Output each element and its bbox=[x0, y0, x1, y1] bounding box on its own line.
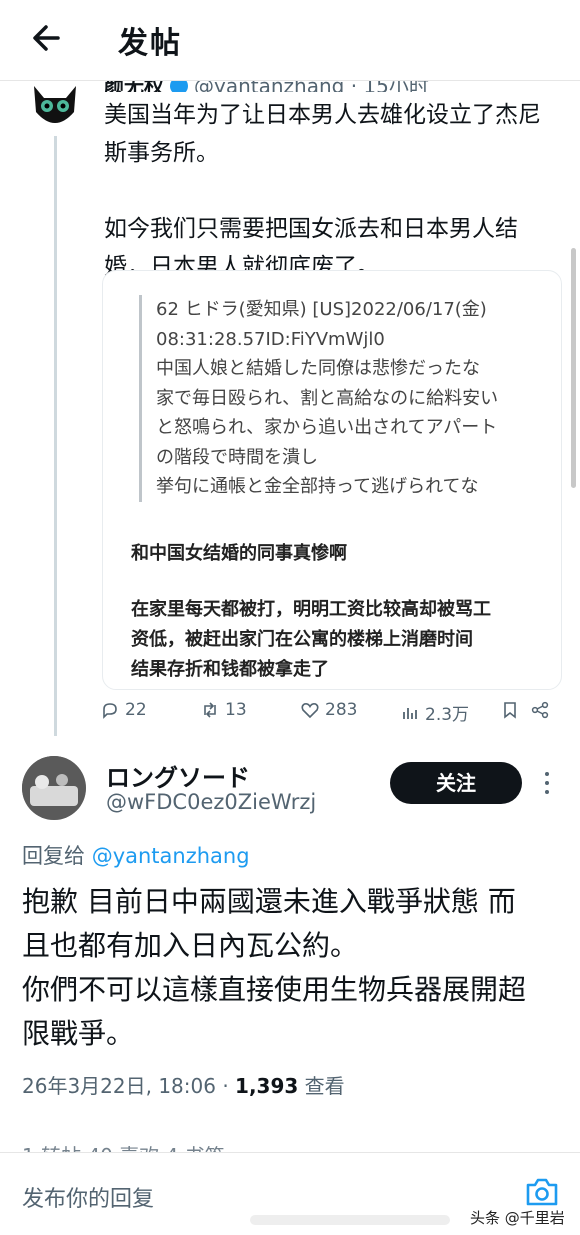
quote-line: 家で毎日殴られ、割と高給なのに給料安い bbox=[156, 387, 499, 409]
author-name[interactable]: ロングソード bbox=[106, 758, 250, 793]
reply-count: 22 bbox=[125, 700, 147, 720]
camera-icon[interactable] bbox=[524, 1175, 560, 1209]
views-action[interactable]: 2.3万 bbox=[400, 700, 469, 725]
quote-line: の階段で時間を潰し bbox=[156, 446, 318, 468]
top-bar: 发帖 bbox=[0, 0, 580, 81]
quote-line: 08:31:28.57ID:FiYVmWjl0 bbox=[156, 328, 385, 350]
reply-action[interactable]: 22 bbox=[100, 700, 147, 720]
timestamp: 26年3月22日, 18:06 · bbox=[22, 1074, 236, 1098]
translation-body: 在家里每天都被打，明明工资比较高却被骂工 资低，被赶出家门在公寓的楼梯上消磨时间… bbox=[131, 595, 551, 685]
source-watermark: 头条 @千里岩 bbox=[470, 1209, 565, 1227]
tweet-meta: 26年3月22日, 18:06 · 1,393 查看 bbox=[22, 1070, 345, 1099]
like-action[interactable]: 283 bbox=[300, 700, 357, 720]
reply-text-line: 且也都有加入日內瓦公約。 bbox=[22, 929, 359, 962]
reply-to-mention[interactable]: @yantanzhang bbox=[92, 844, 250, 868]
quote-line: 62 ヒドラ(愛知県) [US]2022/06/17(金) bbox=[156, 299, 487, 320]
scrollbar[interactable] bbox=[571, 248, 576, 488]
quote-line: 挙句に通帳と金全部持って逃げられてな bbox=[156, 476, 479, 497]
tweet-stats: 1 转帖 40 喜欢 4 书签 bbox=[22, 1140, 225, 1152]
translation-line: 在家里每天都被打，明明工资比较高却被骂工 bbox=[131, 599, 491, 620]
translation-line: 结果存折和钱都被拿走了 bbox=[131, 659, 329, 680]
black-cat-avatar-icon bbox=[34, 86, 76, 123]
thread-line bbox=[54, 136, 57, 736]
japanese-quote: 62 ヒドラ(愛知県) [US]2022/06/17(金) 08:31:28.5… bbox=[139, 295, 561, 502]
reply-text: 抱歉 目前日中兩國還未進入戰爭狀態 而 且也都有加入日內瓦公約。 你們不可以這樣… bbox=[22, 880, 567, 1056]
reply-to-line: 回复给 @yantanzhang bbox=[22, 840, 250, 870]
retweet-action[interactable]: 13 bbox=[200, 700, 247, 720]
share-action[interactable] bbox=[530, 700, 550, 720]
reply-text-line: 限戰爭。 bbox=[22, 1017, 135, 1050]
translation-line: 资低，被赶出家门在公寓的楼梯上消磨时间 bbox=[131, 629, 473, 650]
page-title: 发帖 bbox=[118, 26, 182, 61]
quote-line: 中国人娘と結婚した同僚は悲惨だったな bbox=[156, 358, 480, 379]
views-count: 1,393 bbox=[235, 1074, 299, 1098]
view-count: 2.3万 bbox=[425, 705, 470, 725]
reply-to-label: 回复给 bbox=[22, 844, 92, 868]
avatar[interactable] bbox=[24, 72, 86, 134]
quote-line: と怒鳴られ、家から追い出されてアパート bbox=[156, 417, 498, 438]
reply-composer: 发布你的回复 头条 @千里岩 bbox=[0, 1152, 580, 1235]
more-options-icon[interactable] bbox=[540, 770, 554, 796]
heart-icon bbox=[301, 702, 319, 719]
photo-avatar-icon bbox=[22, 756, 86, 820]
reply-text-line: 你們不可以這樣直接使用生物兵器展開超 bbox=[22, 973, 527, 1006]
tweet-text: 美国当年为了让日本男人去雄化设立了杰尼斯事务所。 如今我们只需要把国女派去和日本… bbox=[104, 102, 541, 280]
author-handle[interactable]: @wFDC0ez0ZieWrzj bbox=[106, 790, 316, 814]
avatar[interactable] bbox=[22, 756, 86, 820]
follow-button[interactable]: 关注 bbox=[390, 762, 522, 804]
bookmark-icon bbox=[504, 702, 516, 719]
retweet-count: 13 bbox=[225, 700, 247, 720]
views-label: 查看 bbox=[298, 1074, 345, 1098]
views-chart-icon bbox=[403, 707, 417, 719]
back-arrow-icon[interactable] bbox=[28, 18, 68, 58]
reply-text-line: 抱歉 目前日中兩國還未進入戰爭狀態 而 bbox=[22, 885, 516, 918]
tweet-actions: 22 13 283 2.3万 bbox=[100, 700, 560, 728]
translation-title: 和中国女结婚的同事真惨啊 bbox=[131, 543, 347, 564]
share-icon bbox=[531, 701, 549, 719]
reply-input[interactable]: 发布你的回复 bbox=[22, 1181, 154, 1213]
blurred-bar bbox=[250, 1215, 450, 1225]
like-count: 283 bbox=[325, 700, 358, 720]
bookmark-action[interactable] bbox=[500, 700, 520, 720]
reply-icon bbox=[103, 703, 117, 719]
quoted-image-card[interactable]: 62 ヒドラ(愛知県) [US]2022/06/17(金) 08:31:28.5… bbox=[102, 270, 562, 690]
retweet-icon bbox=[204, 702, 216, 718]
